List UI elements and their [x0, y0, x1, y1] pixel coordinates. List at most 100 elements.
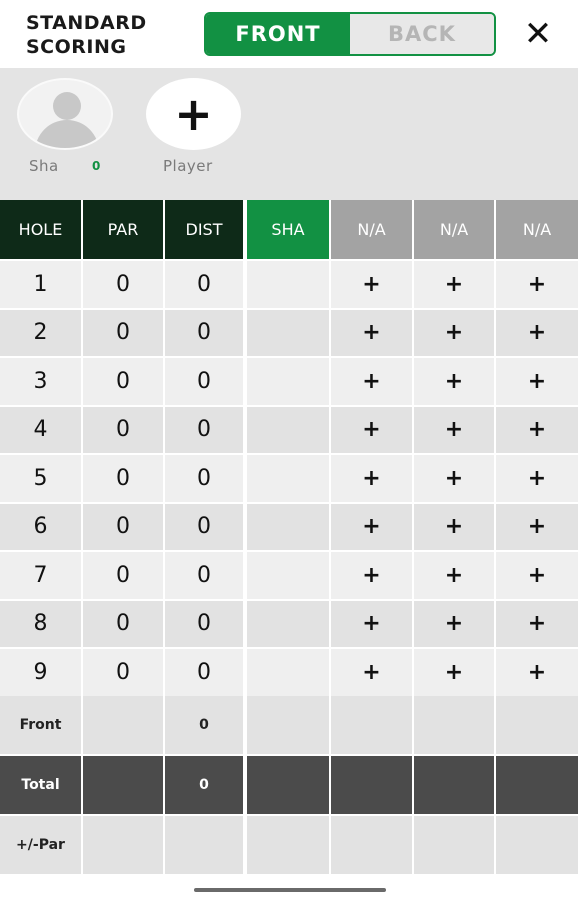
players-bar: Sha 0 + Player [0, 68, 578, 200]
add-score-button[interactable]: + [414, 358, 496, 405]
player-avatar[interactable] [17, 78, 113, 150]
add-score-button[interactable]: + [331, 309, 414, 356]
plus-minus-par-cell [83, 816, 165, 874]
total-dist-value: 0 [165, 756, 247, 814]
score-cell-sha[interactable] [247, 649, 331, 696]
hole-number: 3 [0, 358, 83, 405]
score-cell-sha[interactable] [247, 600, 331, 647]
table-row: 6 0 0 + + + [0, 503, 578, 550]
hole-number: 2 [0, 309, 83, 356]
total-empty-cell [331, 756, 414, 814]
front-back-toggle: FRONT BACK [204, 12, 496, 56]
add-score-button[interactable]: + [414, 309, 496, 356]
score-cell-sha[interactable] [247, 552, 331, 599]
total-row: Total 0 [0, 756, 578, 814]
par-value: 0 [83, 600, 165, 647]
column-header-player-empty[interactable]: N/A [496, 200, 578, 259]
hole-number: 1 [0, 261, 83, 308]
total-empty-cell [414, 756, 496, 814]
add-score-button[interactable]: + [496, 455, 578, 502]
par-value: 0 [83, 309, 165, 356]
score-cell-sha[interactable] [247, 309, 331, 356]
front-par-cell [83, 696, 165, 754]
dist-value: 0 [165, 503, 247, 550]
add-score-button[interactable]: + [496, 649, 578, 696]
add-player-button[interactable]: + [146, 78, 241, 150]
score-cell-sha[interactable] [247, 406, 331, 453]
avatar-head-shape [53, 92, 81, 120]
add-score-button[interactable]: + [496, 552, 578, 599]
front-empty-cell [414, 696, 496, 754]
title-line-1: STANDARD [26, 12, 147, 34]
par-value: 0 [83, 649, 165, 696]
dist-value: 0 [165, 406, 247, 453]
add-score-button[interactable]: + [496, 600, 578, 647]
add-score-button[interactable]: + [331, 649, 414, 696]
add-score-button[interactable]: + [414, 600, 496, 647]
total-label: Total [0, 756, 83, 814]
avatar-body-shape [35, 120, 99, 148]
score-cell-sha[interactable] [247, 261, 331, 308]
hole-number: 4 [0, 406, 83, 453]
add-score-button[interactable]: + [331, 455, 414, 502]
add-score-button[interactable]: + [414, 406, 496, 453]
dist-value: 0 [165, 358, 247, 405]
column-header-player-sha[interactable]: SHA [247, 200, 331, 259]
plus-minus-par-cell [414, 816, 496, 874]
add-score-button[interactable]: + [496, 309, 578, 356]
front-dist-value: 0 [165, 696, 247, 754]
hole-number: 6 [0, 503, 83, 550]
title-line-2: SCORING [26, 36, 127, 58]
front-empty-cell [331, 696, 414, 754]
score-cell-sha[interactable] [247, 455, 331, 502]
add-score-button[interactable]: + [414, 552, 496, 599]
par-value: 0 [83, 261, 165, 308]
add-score-button[interactable]: + [331, 552, 414, 599]
column-header-player-empty[interactable]: N/A [331, 200, 414, 259]
plus-minus-par-cell [247, 816, 331, 874]
table-row: 8 0 0 + + + [0, 600, 578, 647]
add-score-button[interactable]: + [331, 358, 414, 405]
add-score-button[interactable]: + [414, 455, 496, 502]
plus-minus-par-cell [496, 816, 578, 874]
column-header-hole: HOLE [0, 200, 83, 259]
dist-value: 0 [165, 309, 247, 356]
back-tab[interactable]: BACK [350, 14, 494, 54]
add-score-button[interactable]: + [331, 261, 414, 308]
hole-number: 9 [0, 649, 83, 696]
add-score-button[interactable]: + [331, 503, 414, 550]
front-tab[interactable]: FRONT [206, 14, 350, 54]
add-score-button[interactable]: + [496, 503, 578, 550]
score-cell-sha[interactable] [247, 503, 331, 550]
column-header-player-empty[interactable]: N/A [414, 200, 496, 259]
plus-minus-par-cell [165, 816, 247, 874]
par-value: 0 [83, 406, 165, 453]
front-label: Front [0, 696, 83, 754]
hole-number: 8 [0, 600, 83, 647]
add-score-button[interactable]: + [331, 406, 414, 453]
front-total-row: Front 0 [0, 696, 578, 754]
par-value: 0 [83, 455, 165, 502]
add-score-button[interactable]: + [496, 358, 578, 405]
table-row: 5 0 0 + + + [0, 455, 578, 502]
add-score-button[interactable]: + [414, 261, 496, 308]
dist-value: 0 [165, 455, 247, 502]
plus-minus-par-cell [331, 816, 414, 874]
add-player-label: Player [163, 157, 213, 175]
par-value: 0 [83, 552, 165, 599]
add-score-button[interactable]: + [496, 261, 578, 308]
add-score-button[interactable]: + [496, 406, 578, 453]
dist-value: 0 [165, 649, 247, 696]
par-value: 0 [83, 358, 165, 405]
add-score-button[interactable]: + [414, 503, 496, 550]
front-sha-cell [247, 696, 331, 754]
header-bar: STANDARD SCORING FRONT BACK ✕ [0, 0, 578, 68]
add-score-button[interactable]: + [331, 600, 414, 647]
home-indicator[interactable] [194, 888, 386, 892]
close-icon[interactable]: ✕ [520, 16, 556, 52]
hole-number: 7 [0, 552, 83, 599]
table-row: 3 0 0 + + + [0, 358, 578, 405]
dist-value: 0 [165, 552, 247, 599]
score-cell-sha[interactable] [247, 358, 331, 405]
add-score-button[interactable]: + [414, 649, 496, 696]
